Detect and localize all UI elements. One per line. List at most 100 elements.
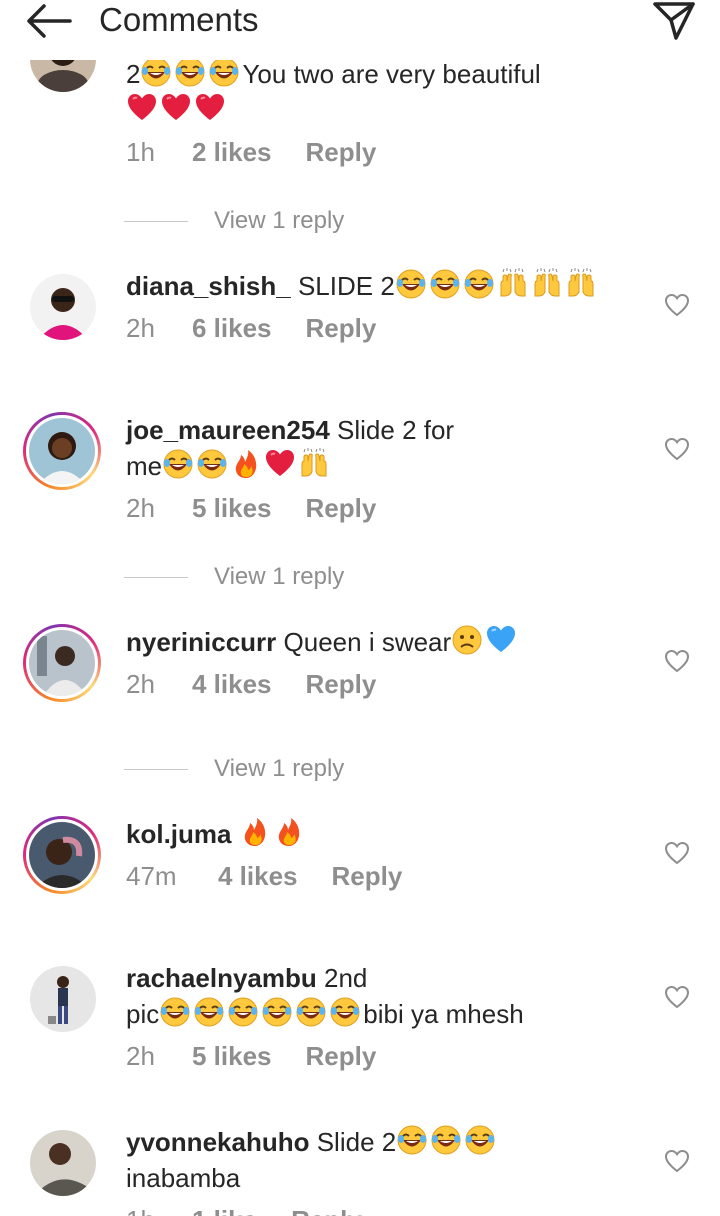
laughing-emoji-icon <box>429 268 461 300</box>
comment-time: 1h <box>126 1202 190 1216</box>
laughing-emoji-icon <box>227 996 259 1028</box>
raising-hands-emoji-icon <box>497 268 529 300</box>
divider <box>124 768 188 770</box>
comment-time: 47m <box>126 861 177 891</box>
likes-count[interactable]: 5 likes <box>192 1038 272 1074</box>
comment-time: 2h <box>126 313 155 343</box>
view-replies-button[interactable]: View 1 reply <box>124 751 344 787</box>
likes-count[interactable]: 1 like <box>192 1202 257 1216</box>
arrow-left-icon <box>27 4 72 38</box>
avatar[interactable] <box>30 1130 96 1196</box>
view-replies-button[interactable]: View 1 reply <box>124 559 344 595</box>
comment-text: You two are very beautiful <box>242 59 541 89</box>
avatar[interactable] <box>23 412 101 490</box>
page-title: Comments <box>99 1 259 38</box>
share-button[interactable] <box>650 0 698 42</box>
comment-time: 2h <box>126 493 155 523</box>
comment-time: 2h <box>126 669 155 699</box>
laughing-emoji-icon <box>196 448 228 480</box>
red-heart-emoji-icon <box>264 448 296 480</box>
comment-text: bibi ya mhesh <box>363 999 524 1029</box>
fire-emoji-icon <box>230 448 262 480</box>
paper-plane-icon <box>653 2 695 40</box>
comment-meta: 1h 1 like Reply <box>126 1198 626 1216</box>
reply-button[interactable]: Reply <box>306 310 377 346</box>
laughing-emoji-icon <box>295 996 327 1028</box>
comment-text: pic <box>126 999 160 1029</box>
like-heart-icon[interactable] <box>664 292 690 318</box>
reply-button[interactable]: Reply <box>306 666 377 702</box>
comment-meta: 2h 5 likes Reply <box>126 1034 626 1078</box>
comment-meta: 2h 5 likes Reply <box>126 486 626 530</box>
comment-meta: 2h 6 likes Reply <box>126 306 626 350</box>
comment-text: 2nd <box>323 963 368 993</box>
like-heart-icon[interactable] <box>664 648 690 674</box>
divider <box>124 220 188 222</box>
laughing-emoji-icon <box>395 268 427 300</box>
raising-hands-emoji-icon <box>565 268 597 300</box>
raising-hands-emoji-icon <box>531 268 563 300</box>
reply-button[interactable]: Reply <box>306 490 377 526</box>
red-heart-emoji-icon <box>160 92 192 124</box>
laughing-emoji-icon <box>140 56 172 88</box>
avatar[interactable] <box>23 624 101 702</box>
raising-hands-emoji-icon <box>298 448 330 480</box>
avatar[interactable] <box>30 966 96 1032</box>
like-heart-icon[interactable] <box>664 984 690 1010</box>
like-heart-icon[interactable] <box>664 840 690 866</box>
laughing-emoji-icon <box>261 996 293 1028</box>
view-replies-button[interactable]: View 1 reply <box>124 203 344 239</box>
likes-count[interactable]: 2 likes <box>192 134 272 170</box>
like-heart-icon[interactable] <box>664 436 690 462</box>
likes-count[interactable]: 6 likes <box>192 310 272 346</box>
likes-count[interactable]: 4 likes <box>192 666 272 702</box>
comment-time: 1h <box>126 137 155 167</box>
laughing-emoji-icon <box>329 996 361 1028</box>
comment-username[interactable]: yvonnekahuho <box>126 1127 309 1157</box>
fire-emoji-icon <box>239 816 271 848</box>
laughing-emoji-icon <box>464 1124 496 1156</box>
avatar[interactable] <box>30 274 96 340</box>
app-header: Comments <box>0 0 720 60</box>
comment-username[interactable]: joe_maureen254 <box>126 415 330 445</box>
comment-text: inabamba <box>126 1163 241 1193</box>
laughing-emoji-icon <box>208 56 240 88</box>
comment-username[interactable]: diana_shish_ <box>126 271 291 301</box>
laughing-emoji-icon <box>463 268 495 300</box>
comment-time: 2h <box>126 1041 155 1071</box>
avatar[interactable] <box>23 816 101 894</box>
likes-count[interactable]: 4 likes <box>218 858 298 894</box>
back-button[interactable] <box>22 0 74 42</box>
comment-username[interactable]: nyeriniccurr <box>126 627 276 657</box>
laughing-emoji-icon <box>430 1124 462 1156</box>
comments-feed[interactable]: 2 You two are very beautiful 1h 2 likes R… <box>0 0 720 1216</box>
laughing-emoji-icon <box>162 448 194 480</box>
blue-heart-emoji-icon <box>485 624 517 656</box>
frowning-emoji-icon <box>451 624 483 656</box>
comment-username[interactable]: rachaelnyambu <box>126 963 317 993</box>
reply-button[interactable]: Reply <box>306 134 377 170</box>
reply-button[interactable]: Reply <box>306 1038 377 1074</box>
comment-text: Queen i swear <box>283 627 452 657</box>
divider <box>124 576 188 578</box>
fire-emoji-icon <box>273 816 305 848</box>
red-heart-emoji-icon <box>194 92 226 124</box>
comment-text: me <box>126 451 163 481</box>
reply-button[interactable]: Reply <box>291 1202 362 1216</box>
comment-meta: 2h 4 likes Reply <box>126 662 626 706</box>
comment-text: Slide 2 <box>316 1127 397 1157</box>
laughing-emoji-icon <box>193 996 225 1028</box>
laughing-emoji-icon <box>159 996 191 1028</box>
comment-text: SLIDE 2 <box>297 271 395 301</box>
comment-meta: 1h 2 likes Reply <box>126 130 626 174</box>
comment-username[interactable]: kol.juma <box>126 819 231 849</box>
laughing-emoji-icon <box>396 1124 428 1156</box>
reply-button[interactable]: Reply <box>332 858 403 894</box>
laughing-emoji-icon <box>174 56 206 88</box>
red-heart-emoji-icon <box>126 92 158 124</box>
like-heart-icon[interactable] <box>664 1148 690 1174</box>
comment-meta: 47m 4 likes Reply <box>126 854 626 898</box>
likes-count[interactable]: 5 likes <box>192 490 272 526</box>
comment-text: Slide 2 for <box>337 415 455 445</box>
comment-text: 2 <box>126 59 141 89</box>
